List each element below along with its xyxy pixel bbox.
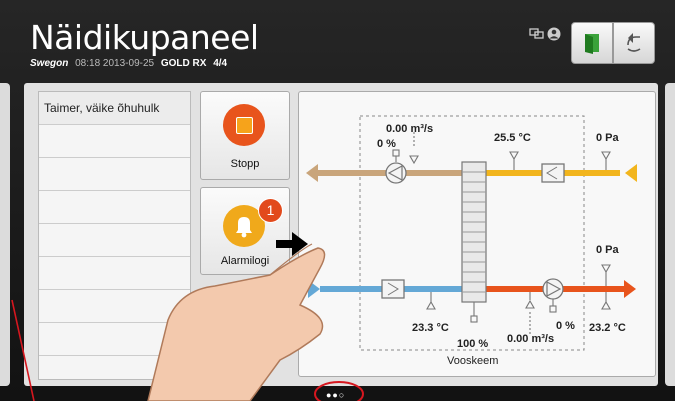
supply-filter-icon <box>381 279 405 299</box>
hand-pointer <box>147 243 326 401</box>
exchanger-pct: 100 % <box>457 338 489 350</box>
extract-pressure: 0 Pa <box>596 132 619 144</box>
supply-fan-pct: 0 % <box>556 320 575 332</box>
heat-exchanger-icon <box>461 161 487 303</box>
outdoor-temp: 23.3 °C <box>412 322 449 334</box>
extract-arrow-icon <box>306 164 318 182</box>
sensor-icons <box>392 132 611 334</box>
extract-temp: 25.5 °C <box>494 132 531 144</box>
extract-fan-icon <box>385 162 407 184</box>
supply-pressure: 0 Pa <box>596 244 619 256</box>
pointer-arrow-icon <box>276 232 308 256</box>
flow-diagram <box>11 115 637 401</box>
supply-flow: 0.00 m³/s <box>507 333 555 345</box>
extract-fan-pct: 0 % <box>377 138 396 150</box>
schematic-label: Vooskeem <box>447 355 499 367</box>
extract-flow: 0.00 m³/s <box>386 123 434 135</box>
supply-arrow-icon <box>624 280 636 298</box>
supply-temp: 23.2 °C <box>589 322 626 334</box>
page-dots[interactable]: ●●○ <box>326 390 345 400</box>
exhaust-arrow-icon <box>625 164 637 182</box>
extract-filter-icon <box>541 163 565 183</box>
annotation-stroke <box>11 299 35 401</box>
supply-fan-icon <box>542 278 564 300</box>
